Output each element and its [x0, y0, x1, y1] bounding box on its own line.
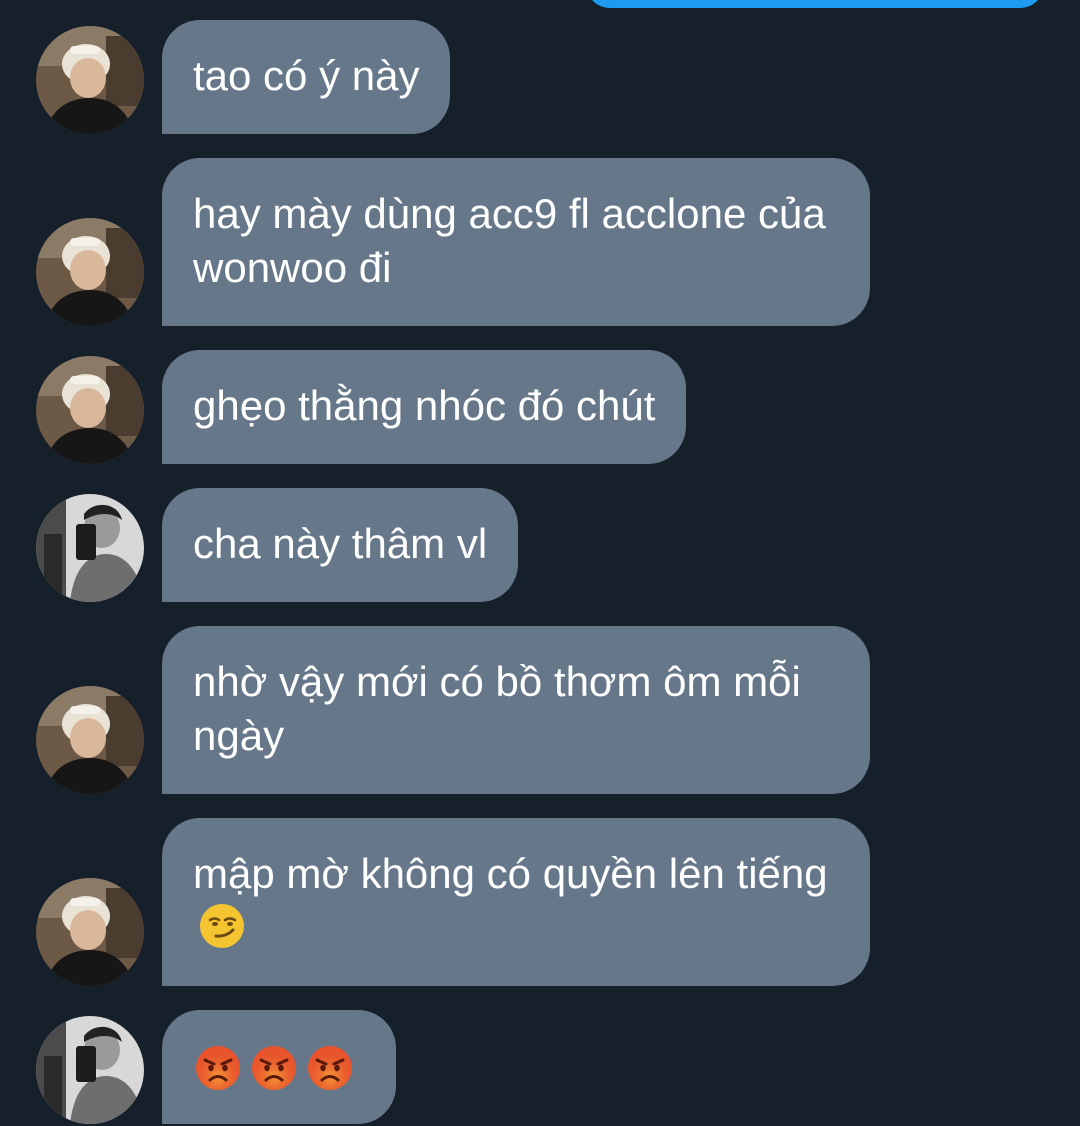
avatar-photo — [36, 686, 144, 794]
message-bubble[interactable]: hay mày dùng acc9 fl acclone của wonwoo … — [162, 158, 870, 326]
avatar-photo — [36, 878, 144, 986]
message-bubble[interactable] — [162, 1010, 396, 1124]
message-text: tao có ý này — [193, 52, 420, 99]
avatar[interactable] — [36, 686, 144, 794]
message-text: ghẹo thằng nhóc đó chút — [193, 382, 656, 429]
pouting-face-icon — [307, 1045, 353, 1091]
message-bubble[interactable]: cha này thâm vl — [162, 488, 519, 602]
avatar-photo — [36, 1016, 144, 1124]
pouting-face-icon — [251, 1045, 297, 1091]
sent-message-bubble-edge[interactable] — [586, 0, 1044, 8]
message-text: mập mờ không có quyền lên tiếng — [193, 850, 828, 897]
avatar[interactable] — [36, 1016, 144, 1124]
pouting-face-icon — [195, 1045, 241, 1091]
message-bubble[interactable]: nhờ vậy mới có bồ thơm ôm mỗi ngày — [162, 626, 870, 794]
avatar[interactable] — [36, 878, 144, 986]
avatar[interactable] — [36, 494, 144, 602]
avatar-photo — [36, 218, 144, 326]
message-text: nhờ vậy mới có bồ thơm ôm mỗi ngày — [193, 658, 801, 759]
message-text: cha này thâm vl — [193, 520, 488, 567]
message-bubble[interactable]: ghẹo thằng nhóc đó chút — [162, 350, 687, 464]
avatar-photo — [36, 26, 144, 134]
avatar[interactable] — [36, 356, 144, 464]
avatar[interactable] — [36, 218, 144, 326]
message-bubble[interactable]: tao có ý này — [162, 20, 451, 134]
avatar-photo — [36, 356, 144, 464]
message-text: hay mày dùng acc9 fl acclone của wonwoo … — [193, 190, 826, 291]
avatar-photo — [36, 494, 144, 602]
smirking-face-icon — [199, 903, 245, 949]
message-bubble[interactable]: mập mờ không có quyền lên tiếng — [162, 818, 870, 986]
avatar[interactable] — [36, 26, 144, 134]
